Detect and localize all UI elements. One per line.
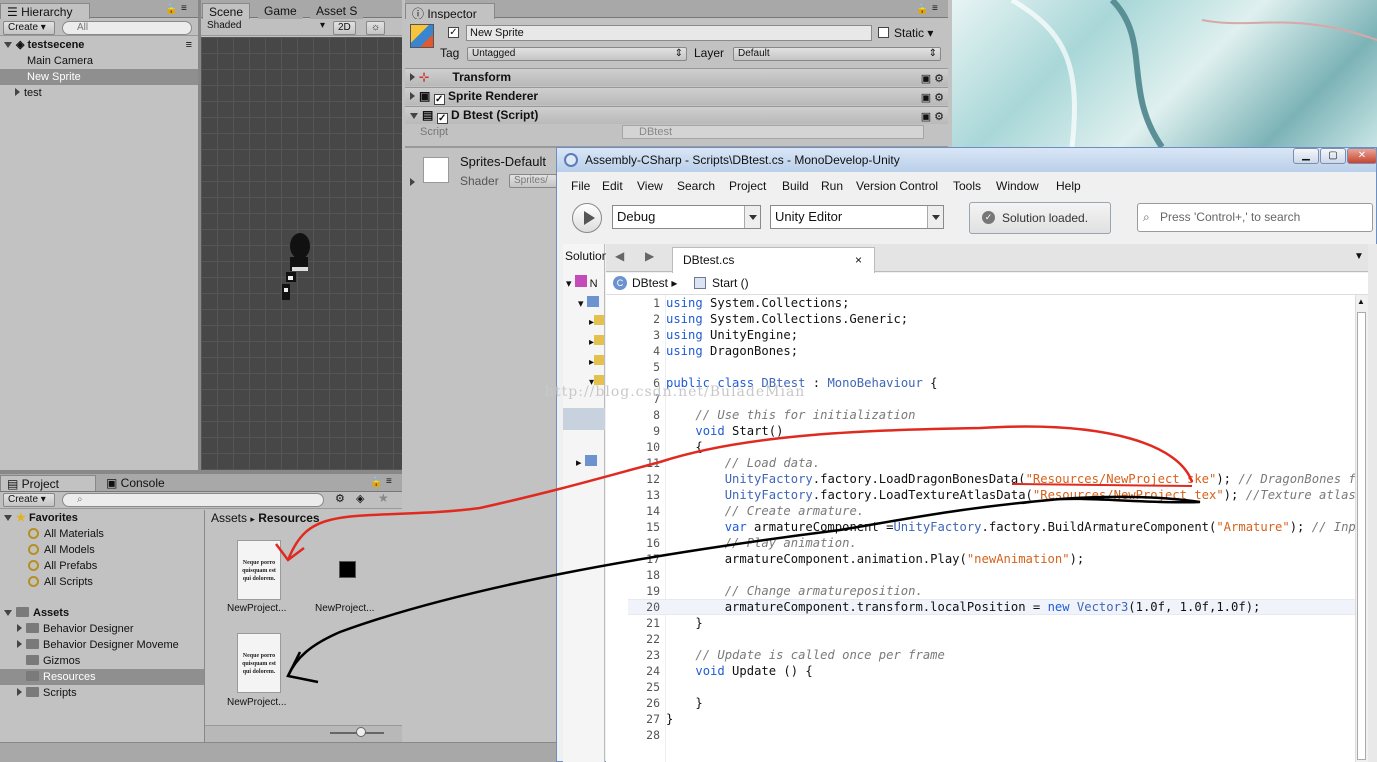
- annotation-arrows: [275, 425, 1201, 684]
